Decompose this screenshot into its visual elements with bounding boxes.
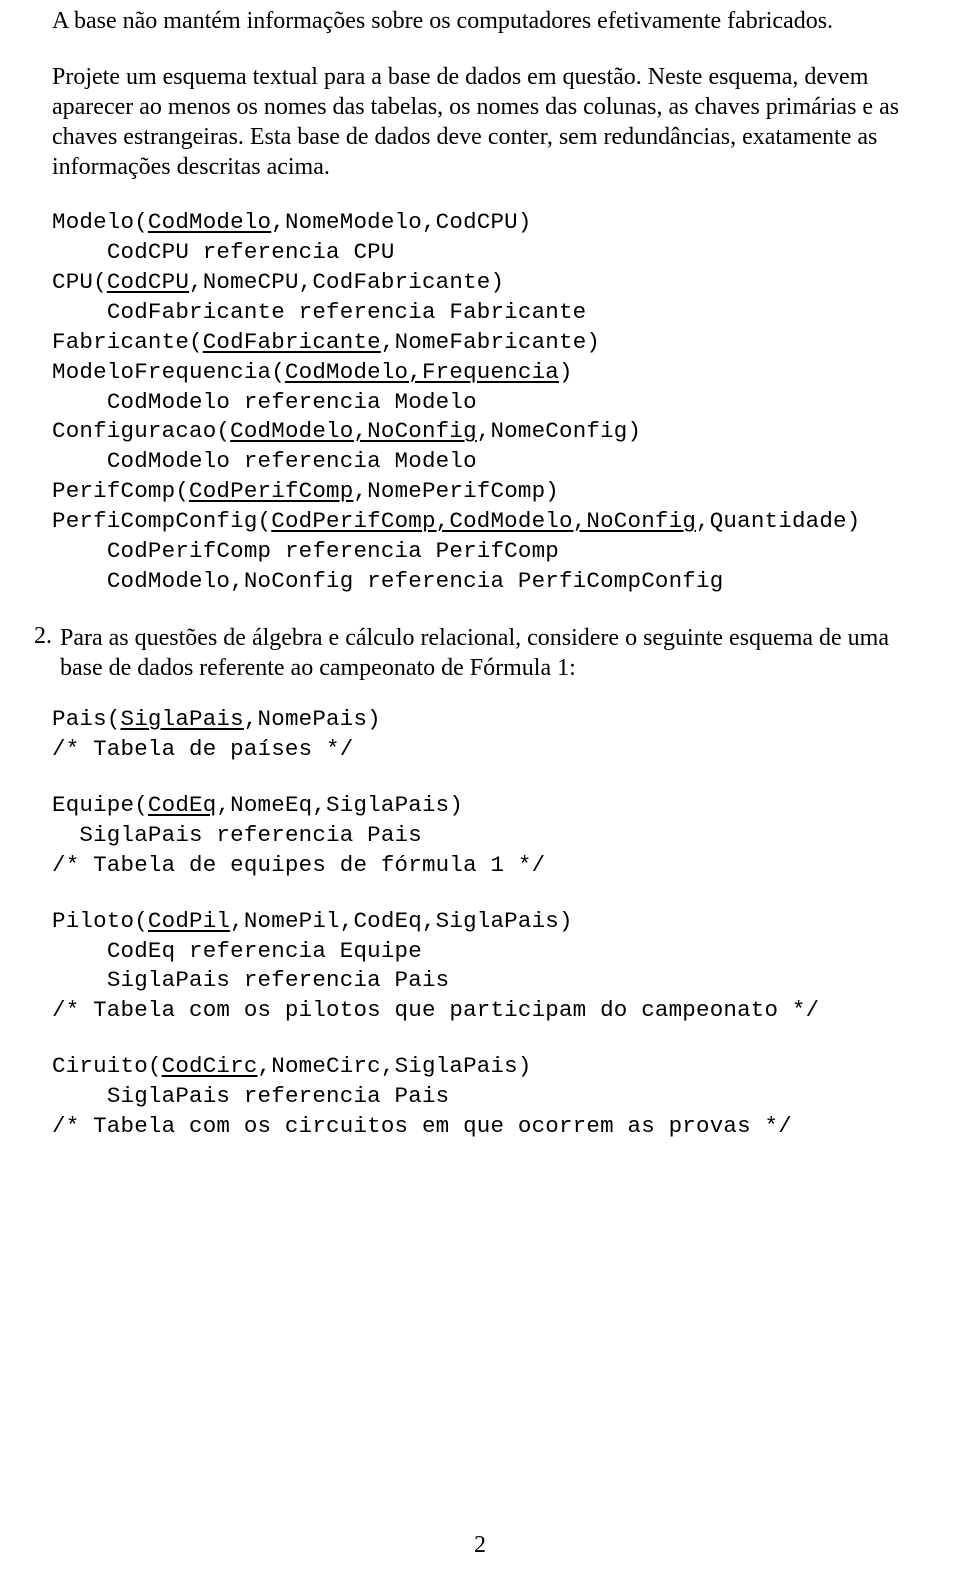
code-line: ModeloFrequencia(CodModelo,Frequencia) [52, 359, 573, 385]
code-line: Piloto(CodPil,NomePil,CodEq,SiglaPais) [52, 908, 573, 934]
code-line: SiglaPais referencia Pais [52, 1083, 449, 1109]
list-item-2: 2. Para as questões de álgebra e cálculo… [22, 623, 908, 683]
code-line: SiglaPais referencia Pais [52, 822, 422, 848]
page-number: 2 [0, 1532, 960, 1559]
code-line: CPU(CodCPU,NomeCPU,CodFabricante) [52, 269, 504, 295]
list-item-text: Para as questões de álgebra e cálculo re… [60, 623, 908, 683]
schema-group: Piloto(CodPil,NomePil,CodEq,SiglaPais) C… [52, 907, 908, 1027]
code-line: PerfiCompConfig(CodPerifComp,CodModelo,N… [52, 508, 860, 534]
code-line: /* Tabela com os circuitos em que ocorre… [52, 1113, 792, 1139]
code-line: SiglaPais referencia Pais [52, 967, 449, 993]
schema-block-1: Modelo(CodModelo,NomeModelo,CodCPU) CodC… [52, 208, 908, 597]
code-line: /* Tabela com os pilotos que participam … [52, 997, 819, 1023]
primary-key: CodPerifComp [189, 478, 353, 504]
code-line: CodFabricante referencia Fabricante [52, 299, 586, 325]
primary-key: CodCPU [107, 269, 189, 295]
code-line: PerifComp(CodPerifComp,NomePerifComp) [52, 478, 559, 504]
code-line: /* Tabela de equipes de fórmula 1 */ [52, 852, 545, 878]
schema-group: Ciruito(CodCirc,NomeCirc,SiglaPais) Sigl… [52, 1052, 908, 1142]
code-line: Configuracao(CodModelo,NoConfig,NomeConf… [52, 418, 641, 444]
code-line: Ciruito(CodCirc,NomeCirc,SiglaPais) [52, 1053, 532, 1079]
code-line: Fabricante(CodFabricante,NomeFabricante) [52, 329, 600, 355]
primary-key: CodModelo,NoConfig [230, 418, 477, 444]
primary-key: CodCirc [162, 1053, 258, 1079]
code-line: Modelo(CodModelo,NomeModelo,CodCPU) [52, 209, 532, 235]
primary-key: CodPerifComp,CodModelo,NoConfig [271, 508, 696, 534]
code-line: /* Tabela de países */ [52, 736, 353, 762]
schema-group: Pais(SiglaPais,NomePais) /* Tabela de pa… [52, 705, 908, 765]
code-line: CodCPU referencia CPU [52, 239, 395, 265]
primary-key: CodModelo [148, 209, 271, 235]
primary-key: CodEq [148, 792, 217, 818]
code-line: CodModelo,NoConfig referencia PerfiCompC… [52, 568, 723, 594]
paragraph-2: Projete um esquema textual para a base d… [52, 62, 908, 182]
code-line: Equipe(CodEq,NomeEq,SiglaPais) [52, 792, 463, 818]
primary-key: SiglaPais [121, 706, 244, 732]
code-line: CodEq referencia Equipe [52, 938, 422, 964]
code-line: CodPerifComp referencia PerifComp [52, 538, 559, 564]
code-line: Pais(SiglaPais,NomePais) [52, 706, 381, 732]
list-marker: 2. [22, 623, 60, 650]
code-line: CodModelo referencia Modelo [52, 448, 477, 474]
primary-key: CodPil [148, 908, 230, 934]
schema-block-2: Pais(SiglaPais,NomePais) /* Tabela de pa… [52, 705, 908, 1142]
paragraph-1: A base não mantém informações sobre os c… [52, 6, 908, 36]
primary-key: CodFabricante [203, 329, 381, 355]
primary-key: CodModelo,Frequencia [285, 359, 559, 385]
page: A base não mantém informações sobre os c… [0, 0, 960, 1577]
schema-group: Equipe(CodEq,NomeEq,SiglaPais) SiglaPais… [52, 791, 908, 881]
code-line: CodModelo referencia Modelo [52, 389, 477, 415]
